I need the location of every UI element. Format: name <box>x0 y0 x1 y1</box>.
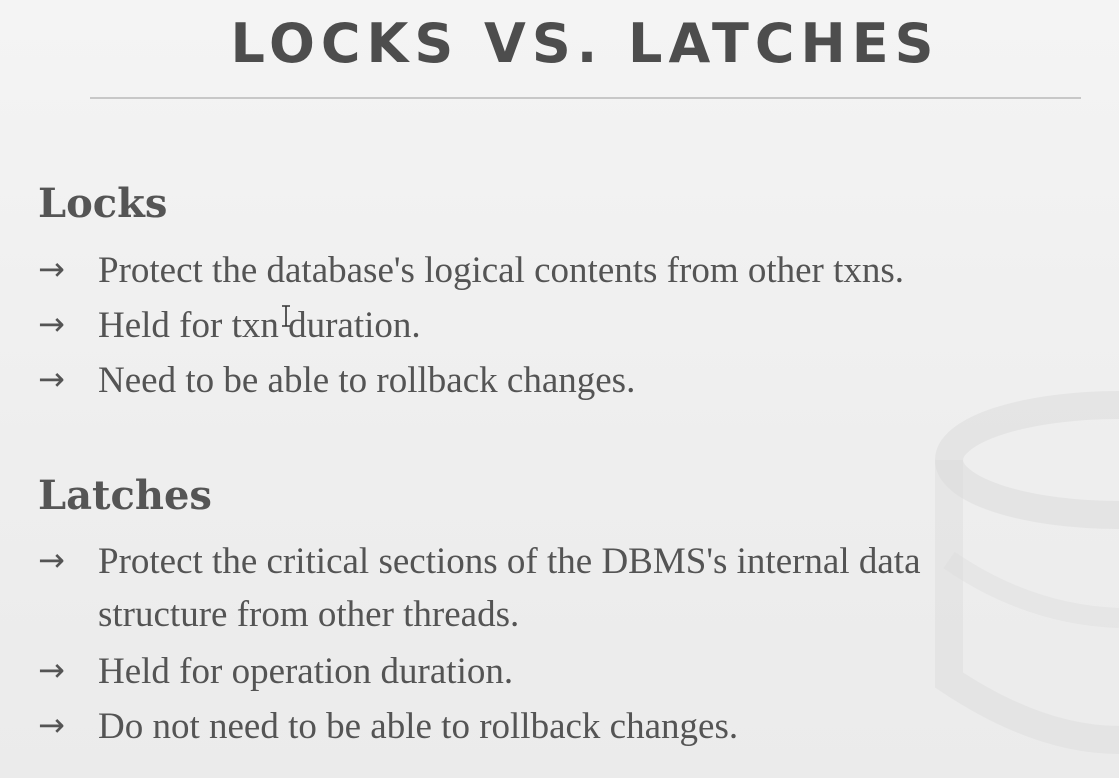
arrow-icon: → <box>38 250 65 288</box>
bullet-text: Held for operation duration. <box>98 651 514 692</box>
bullet-text: Protect the critical sections of the DBM… <box>98 541 921 582</box>
arrow-icon: → <box>38 651 65 689</box>
arrow-icon: → <box>38 706 65 744</box>
latches-heading: Latches <box>38 472 212 519</box>
arrow-icon: → <box>38 541 65 579</box>
database-cylinder-watermark <box>935 391 1119 754</box>
bullet-text: Do not need to be able to rollback chang… <box>98 706 739 747</box>
slide-title: LOCKS VS. LATCHES <box>230 12 940 75</box>
locks-heading: Locks <box>38 180 168 227</box>
locks-bullet-3: → Need to be able to rollback changes. <box>38 352 635 408</box>
locks-bullet-2: → Held for txn duration. <box>38 297 421 353</box>
title-divider <box>90 97 1081 99</box>
bullet-text: Protect the database's logical contents … <box>98 250 905 291</box>
text-cursor-icon <box>282 305 290 327</box>
arrow-icon: → <box>38 305 65 343</box>
latches-bullet-2: → Held for operation duration. <box>38 643 513 699</box>
latches-bullet-3: → Do not need to be able to rollback chan… <box>38 698 738 754</box>
bullet-text: Held for txn duration. <box>98 305 421 346</box>
locks-bullet-1: → Protect the database's logical contents… <box>38 242 904 298</box>
bullet-text: Need to be able to rollback changes. <box>98 360 636 401</box>
latches-bullet-1-continuation: structure from other threads. <box>98 594 520 635</box>
latches-bullet-1: → Protect the critical sections of the DB… <box>38 533 921 589</box>
arrow-icon: → <box>38 360 65 398</box>
